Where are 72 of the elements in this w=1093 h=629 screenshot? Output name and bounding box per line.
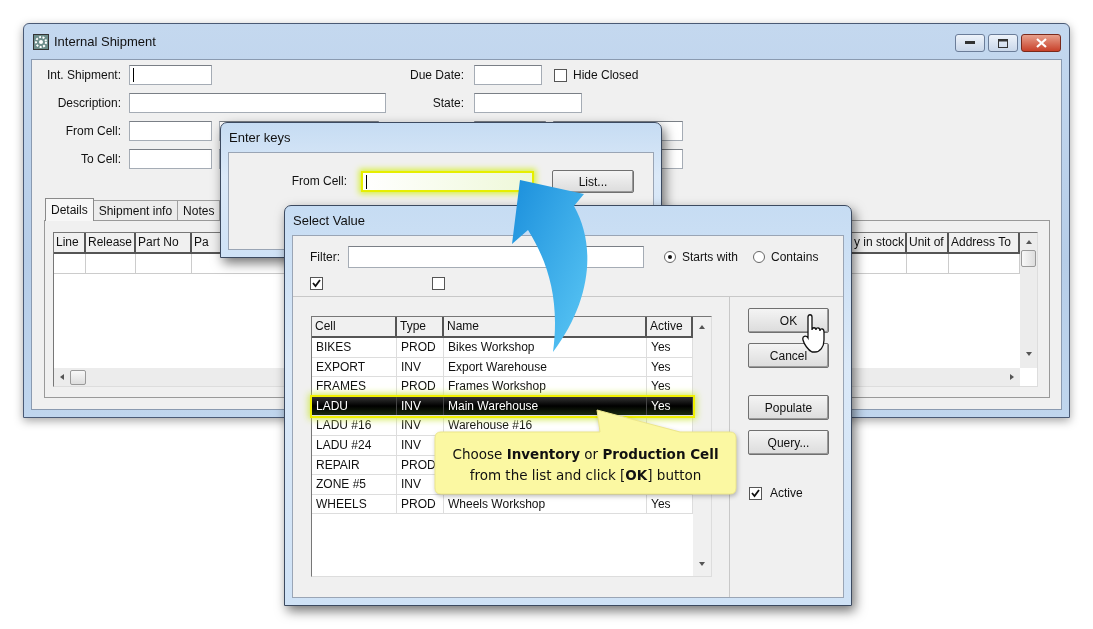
field-label: To Cell: [80, 152, 121, 166]
checkbox[interactable] [432, 277, 445, 290]
column-header: Release [86, 233, 136, 252]
close-icon [1035, 38, 1047, 48]
table-cell: WHEELS [312, 494, 397, 514]
scroll-thumb[interactable] [1021, 250, 1036, 267]
checkbox[interactable] [554, 68, 567, 82]
input-field[interactable] [129, 65, 212, 85]
minimize-button[interactable] [955, 34, 985, 52]
checkbox[interactable] [749, 486, 762, 500]
table-cell: LADU [312, 396, 397, 416]
minimize-icon [965, 41, 975, 45]
field-label: State: [431, 96, 464, 110]
table-cell: PROD [397, 338, 444, 357]
column-header: Unit of [907, 233, 949, 252]
list-row[interactable]: EXPORT INV Export Warehouse Yes [312, 357, 693, 378]
close-button[interactable] [1021, 34, 1061, 52]
table-cell: Yes [647, 396, 693, 416]
input-field[interactable] [474, 93, 582, 113]
table-cell: EXPORT [312, 357, 397, 377]
scroll-down-icon[interactable] [1024, 350, 1033, 358]
radio-label: Contains [771, 250, 819, 264]
dialog-title: Enter keys [229, 130, 291, 145]
field-label: From Cell: [290, 173, 347, 190]
column-header: Type [397, 317, 444, 336]
radio-label: Starts with [682, 250, 738, 264]
checkbox[interactable] [310, 277, 323, 290]
table-cell: REPAIR [312, 455, 397, 475]
scroll-left-icon[interactable] [58, 373, 66, 381]
tab[interactable]: Shipment info [92, 200, 179, 220]
column-header: Part No [136, 233, 192, 252]
list-row[interactable]: LADU INV Main Warehouse Yes [312, 396, 693, 417]
dialog-button[interactable]: Populate [748, 395, 829, 420]
checkbox-label: Hide Closed [573, 68, 639, 82]
column-header: Line [54, 233, 86, 252]
field-label: Due Date: [408, 68, 464, 82]
checkbox-label: Active [770, 486, 803, 500]
input-field[interactable] [129, 121, 212, 141]
tab[interactable]: Notes [177, 200, 221, 220]
dialog-button[interactable]: OK [748, 308, 829, 333]
scroll-right-icon[interactable] [1008, 373, 1016, 381]
input-field[interactable] [129, 93, 386, 113]
maximize-button[interactable] [988, 34, 1018, 52]
table-cell: BIKES [312, 338, 397, 357]
list-button[interactable]: List... [552, 170, 634, 193]
maximize-icon [998, 38, 1008, 48]
field-label: Filter: [310, 250, 340, 264]
input-field[interactable] [129, 149, 212, 169]
dialog-button[interactable]: Query... [748, 430, 829, 455]
scroll-thumb[interactable] [70, 369, 86, 385]
scroll-up-icon[interactable] [1024, 238, 1033, 246]
table-cell: LADU #24 [312, 435, 397, 455]
table-cell: Export Warehouse [444, 357, 647, 377]
table-cell: ZONE #5 [312, 475, 397, 494]
radio-button[interactable] [664, 251, 676, 263]
radio-button[interactable] [753, 251, 765, 263]
vertical-scrollbar[interactable] [1020, 233, 1037, 368]
field-label: From Cell: [64, 124, 121, 138]
table-cell: LADU #16 [312, 416, 397, 435]
tab[interactable]: Details [45, 198, 94, 221]
window-title: Internal Shipment [54, 34, 156, 49]
scroll-up-icon[interactable] [698, 323, 706, 331]
scroll-down-icon[interactable] [698, 560, 706, 568]
table-cell: INV [397, 357, 444, 377]
gear-icon [33, 33, 49, 50]
table-cell: INV [397, 396, 444, 416]
field-label: Int. Shipment: [45, 68, 121, 82]
field-label: Description: [56, 96, 121, 110]
dialog-button[interactable]: Cancel [748, 343, 829, 368]
dialog-title: Select Value [293, 213, 366, 228]
input-field[interactable] [474, 65, 542, 85]
column-header: Cell [312, 317, 397, 336]
